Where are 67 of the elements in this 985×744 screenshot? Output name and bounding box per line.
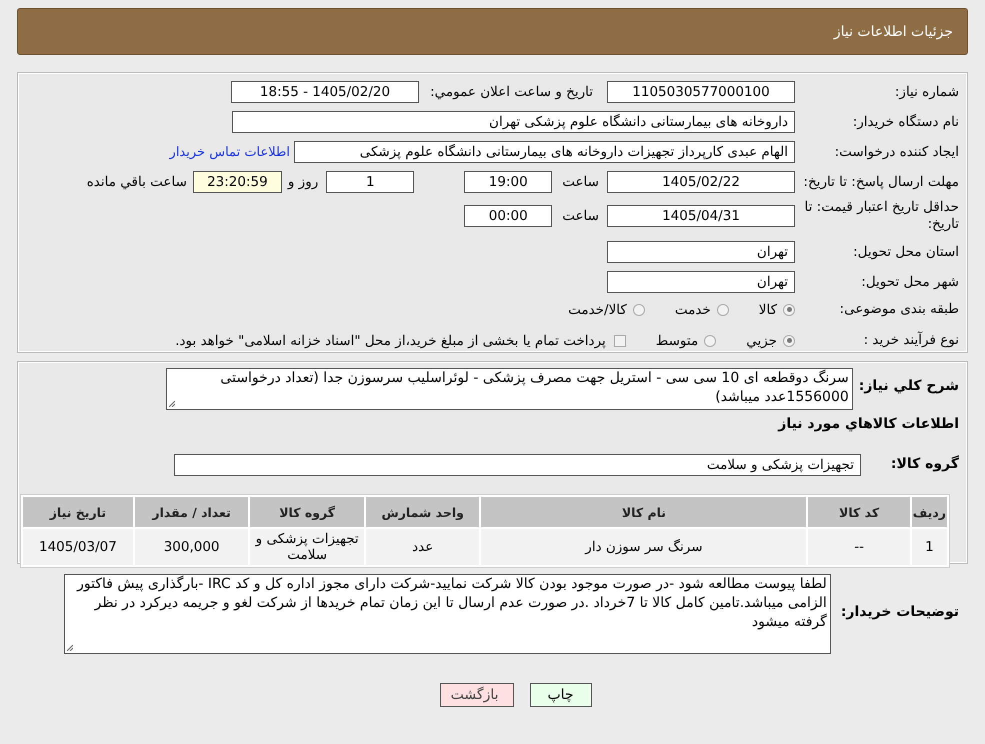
field-label: نوع فرآیند خرید : — [862, 332, 960, 349]
radio-button[interactable] — [783, 334, 795, 346]
table-cell: سرنگ سر سوزن دار — [481, 529, 806, 565]
radio-button[interactable] — [704, 334, 716, 346]
buyer-notes-text: لطفا پیوست مطالعه شود -در صورت موجود بودن کالا شرکت نمایید-شرکت دارای مجوز اداره کل و کد IRC -بارگذاری پیش فاکتور الزامی میباشد.تامین کامل کالا تا 7خرداد .در صورت عدم ارسال تا این زمان تمام خریدها از شرکت لغو و جریمه دیرکرد در نظر گرفته میشود — [77, 576, 827, 630]
radio-button[interactable] — [716, 304, 729, 316]
buyer-notes-area[interactable] — [64, 574, 831, 654]
remaining-time-field: 23:20:59 — [192, 171, 282, 193]
field-label: ساعت — [562, 174, 599, 190]
table-cell: عدد — [366, 529, 480, 565]
reply-time-field: 19:00 — [464, 171, 552, 193]
buyer-org-field: داروخانه های بیمارستانی دانشگاه علوم پزشکی تهران — [232, 111, 795, 133]
field-label: شماره نیاز: — [894, 84, 960, 100]
option-label: کالا — [758, 302, 777, 318]
column-header: نام کالا — [481, 497, 806, 527]
field-label: شرح كلي نياز: — [858, 377, 960, 394]
table-cell: -- — [808, 529, 910, 565]
payment-note: پرداخت تمام یا بخشی از مبلغ خرید،از محل "اسناد خزانه اسلامی" خواهد بود. — [175, 332, 606, 348]
table-cell: 1 — [912, 529, 947, 565]
summary-text-area[interactable]: سرنگ دوقطعه ای 10 سی سی - استریل جهت مصرف پزشکی - لوئراسلیب سرسوزن جدا (تعداد درخواستی 1556000عدد میباشد) — [166, 368, 853, 410]
resize-grip-icon[interactable] — [66, 645, 73, 651]
summary-text: سرنگ دوقطعه ای 10 سی سی - استریل جهت مصرف پزشکی - لوئراسلیب سرسوزن جدا (تعداد درخواستی 1556000عدد میباشد) — [220, 370, 849, 405]
table-cell: 1405/03/07 — [23, 529, 133, 565]
field-label: حداقل تاریخ اعتبار قیمت: تا تاریخ: — [804, 199, 960, 233]
field-label: توضیحات خریدار: — [840, 603, 960, 620]
radio-button[interactable] — [783, 304, 795, 316]
field-label: طبقه بندی موضوعی: — [838, 301, 960, 318]
column-header: کد کالا — [808, 497, 910, 527]
city-field: تهران — [607, 271, 795, 293]
days-field: 1 — [326, 171, 414, 193]
requester-field: الهام عبدی کارپرداز تجهیزات داروخانه های بیمارستانی دانشگاه علوم پزشکی — [294, 141, 795, 163]
column-header: تعداد / مقدار — [134, 497, 248, 527]
column-header: ردیف — [912, 497, 947, 527]
table-cell: تجهیزات پزشکی و سلامت — [250, 529, 364, 565]
section-title: اطلاعات كالاهاي مورد نياز — [778, 415, 960, 432]
field-label: ایجاد کننده درخواست: — [834, 144, 960, 160]
option-label: متوسط — [656, 332, 698, 348]
table-cell: 300,000 — [134, 529, 248, 565]
field-label: شهر محل تحویل: — [860, 274, 960, 290]
print-button[interactable]: چاپ — [530, 683, 592, 707]
price-validity-time-field: 00:00 — [464, 205, 552, 227]
column-header: گروه کالا — [250, 497, 364, 527]
price-validity-date-field: 1405/04/31 — [607, 205, 795, 227]
reply-date-field: 1405/02/22 — [607, 171, 795, 193]
field-label: ساعت باقي مانده — [86, 174, 187, 190]
field-label: ساعت — [562, 208, 599, 224]
contact-link[interactable]: اطلاعات تماس خریدار — [170, 144, 290, 160]
column-header: تاریخ نیاز — [23, 497, 133, 527]
page-title: جزئیات اطلاعات نیاز — [834, 24, 953, 40]
field-label: روز و — [288, 174, 318, 190]
goods-group-field: تجهیزات پزشکی و سلامت — [174, 454, 861, 476]
checkbox-icon — [614, 334, 626, 346]
option-label: کالا/خدمت — [568, 302, 627, 318]
field-label: استان محل تحویل: — [852, 244, 960, 260]
back-button[interactable]: بازگشت — [440, 683, 514, 707]
radio-button[interactable] — [632, 304, 645, 316]
province-field: تهران — [607, 241, 795, 263]
option-label: خدمت — [674, 302, 711, 318]
announce-datetime-field: 1405/02/20 - 18:55 — [231, 81, 419, 103]
resize-grip-icon[interactable] — [168, 401, 175, 407]
field-label: نام دستگاه خریدار: — [852, 114, 960, 130]
column-header: واحد شمارش — [366, 497, 480, 527]
field-label: مهلت ارسال پاسخ: تا تاریخ: — [802, 174, 960, 190]
option-label: جزيي — [746, 332, 777, 348]
need-number-field: 1105030577000100 — [607, 81, 795, 103]
field-label: تاریخ و ساعت اعلان عمومي: — [429, 84, 593, 100]
field-label: گروه کالا: — [890, 454, 960, 472]
